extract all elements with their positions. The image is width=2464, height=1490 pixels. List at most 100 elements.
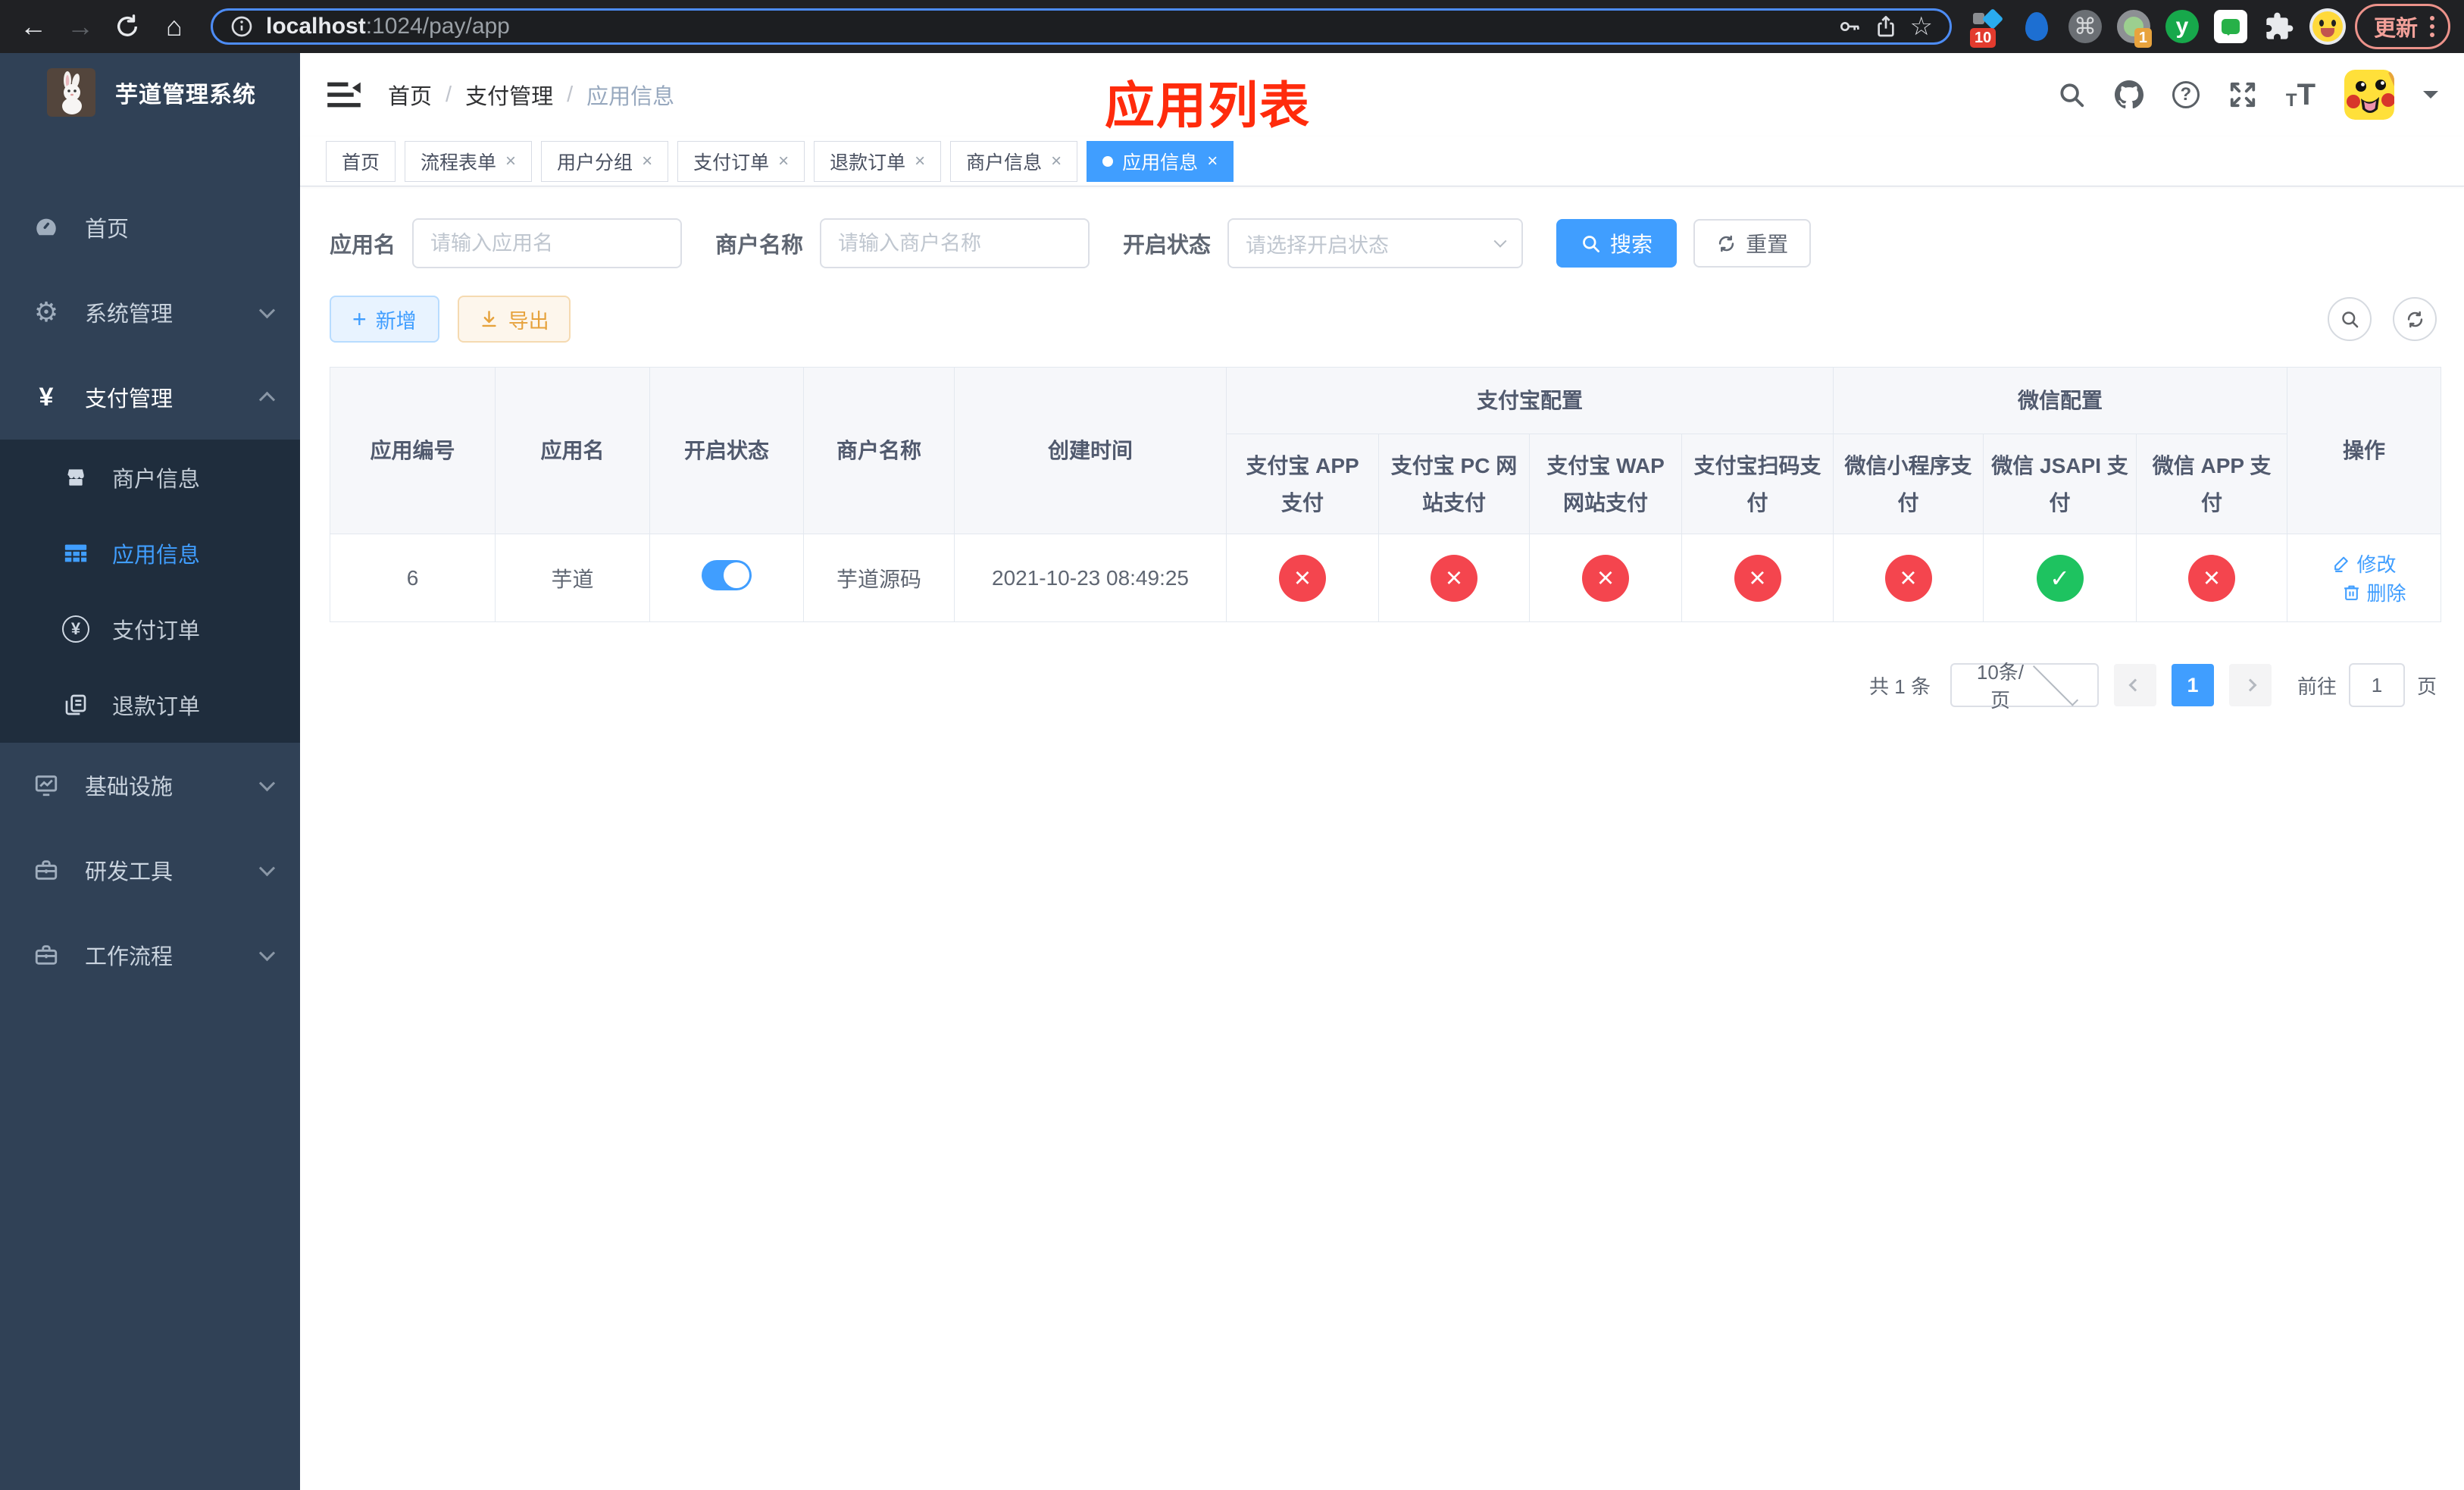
col-wx-app: 微信 APP 支付	[2136, 434, 2288, 534]
sidebar-collapse-icon[interactable]	[326, 80, 362, 110]
sidebar-item-pay[interactable]: ¥ 支付管理	[0, 355, 300, 440]
sidebar-item-merchant-info[interactable]: 商户信息	[0, 440, 300, 515]
browser-profile-avatar[interactable]	[2308, 7, 2347, 46]
extension-balloon-icon[interactable]	[2017, 7, 2056, 46]
refresh-table-button[interactable]	[2393, 297, 2437, 341]
extensions-puzzle-icon[interactable]	[2259, 7, 2299, 46]
export-button[interactable]: 导出	[457, 296, 571, 343]
refresh-icon	[1718, 235, 1734, 252]
chevron-down-icon	[258, 302, 276, 318]
sidebar-item-label: 退款订单	[112, 695, 201, 719]
tab-home[interactable]: 首页	[326, 141, 396, 182]
prev-page-button[interactable]	[2113, 664, 2156, 706]
bookmark-star-icon[interactable]: ☆	[1910, 14, 1933, 39]
sidebar-item-label: 研发工具	[85, 860, 174, 884]
toggle-search-button[interactable]	[2328, 297, 2372, 341]
address-bar[interactable]: localhost:1024/pay/app ☆	[211, 8, 1952, 45]
tab-refund-order[interactable]: 退款订单 ×	[814, 141, 942, 182]
extension-badge: 1	[2134, 28, 2152, 48]
pay-submenu: 商户信息 应用信息 ¥ 支付订单 退款订单	[0, 440, 300, 743]
sidebar-item-dev-tools[interactable]: 研发工具	[0, 828, 300, 912]
goto-page-input[interactable]	[2348, 663, 2405, 707]
merchant-name-input[interactable]	[820, 218, 1090, 268]
tab-merchant-info[interactable]: 商户信息 ×	[950, 141, 1078, 182]
share-icon[interactable]	[1874, 14, 1898, 39]
channel-status-icon	[1279, 554, 1326, 602]
close-tab-icon[interactable]: ×	[1051, 152, 1062, 171]
status-select[interactable]: 请选择开启状态	[1227, 218, 1524, 268]
search-icon[interactable]	[2057, 80, 2086, 109]
sidebar-item-label: 支付订单	[112, 619, 201, 643]
tab-pay-order[interactable]: 支付订单 ×	[677, 141, 805, 182]
sidebar-item-home[interactable]: 首页	[0, 185, 300, 270]
close-tab-icon[interactable]: ×	[642, 152, 652, 171]
chevron-down-icon	[258, 944, 276, 961]
sidebar-item-pay-order[interactable]: ¥ 支付订单	[0, 591, 300, 667]
help-icon[interactable]: ?	[2172, 81, 2200, 108]
extension-y-icon[interactable]: y	[2162, 7, 2202, 46]
close-tab-icon[interactable]: ×	[505, 152, 516, 171]
tab-app-info[interactable]: 应用信息 ×	[1087, 141, 1234, 182]
sidebar-item-app-info[interactable]: 应用信息	[0, 515, 300, 591]
app-title: 芋道管理系统	[115, 83, 256, 108]
sidebar-item-label: 系统管理	[85, 302, 174, 327]
tab-user-group[interactable]: 用户分组 ×	[541, 141, 669, 182]
user-avatar[interactable]	[2344, 70, 2394, 120]
cell-merchant: 芋道源码	[803, 534, 955, 622]
extension-chat-icon[interactable]	[2211, 7, 2250, 46]
fullscreen-icon[interactable]	[2228, 80, 2257, 109]
sidebar-logo[interactable]: 芋道管理系统	[0, 53, 300, 132]
extension-grid-icon[interactable]: 10	[1968, 7, 2008, 48]
app-name-input[interactable]	[412, 218, 683, 268]
breadcrumb-current: 应用信息	[586, 85, 675, 109]
breadcrumb-home[interactable]: 首页	[388, 79, 432, 111]
sidebar-item-workflow[interactable]: 工作流程	[0, 912, 300, 997]
close-tab-icon[interactable]: ×	[778, 152, 789, 171]
channel-status-icon	[2188, 554, 2236, 602]
extension-command-icon[interactable]: ⌘	[2065, 7, 2105, 46]
sidebar-item-system[interactable]: ⚙ 系统管理	[0, 270, 300, 355]
app-name-label: 应用名	[330, 233, 396, 258]
delete-link[interactable]: 删除	[2342, 578, 2406, 606]
breadcrumb-separator: /	[446, 82, 452, 107]
search-button[interactable]: 搜索	[1556, 219, 1678, 268]
page-size-select[interactable]: 10条/页	[1950, 660, 2099, 712]
tab-label: 应用信息	[1122, 152, 1199, 174]
avatar-caret-icon[interactable]	[2423, 91, 2438, 106]
site-info-icon[interactable]	[230, 14, 254, 39]
url-text[interactable]: localhost:1024/pay/app	[266, 14, 1825, 39]
sidebar-item-refund-order[interactable]: 退款订单	[0, 667, 300, 743]
table-toolbar: + 新增 导出	[330, 296, 2437, 343]
sidebar-item-infra[interactable]: 基础设施	[0, 743, 300, 828]
extension-target-icon[interactable]: 1	[2114, 7, 2153, 48]
cell-status	[649, 534, 804, 622]
channel-status-icon	[2036, 554, 2084, 602]
browser-menu-kebab-icon[interactable]	[2430, 16, 2434, 37]
next-page-button[interactable]	[2228, 664, 2272, 706]
col-alipay-qr: 支付宝扫码支付	[1681, 434, 1834, 534]
edit-link[interactable]: 修改	[2332, 549, 2397, 578]
app-table: 应用编号 应用名 开启状态 商户名称 创建时间 支付宝配置 微信配置 操作 支付…	[330, 367, 2442, 622]
browser-back-button[interactable]: ←	[14, 7, 53, 46]
add-button[interactable]: + 新增	[330, 296, 439, 343]
cell-app-name: 芋道	[495, 534, 650, 622]
yen-circle-icon: ¥	[62, 615, 89, 643]
font-size-icon[interactable]: TT	[2286, 80, 2315, 110]
browser-forward-button[interactable]: →	[61, 7, 100, 46]
browser-toolbar: ← → ⌂ localhost:1024/pay/app ☆ 10 ⌘ 1 y …	[0, 0, 2464, 53]
close-tab-icon[interactable]: ×	[1207, 152, 1218, 171]
browser-reload-button[interactable]	[108, 7, 147, 46]
reset-button[interactable]: 重置	[1693, 219, 1812, 268]
browser-update-button[interactable]: 更新	[2354, 4, 2450, 49]
page-number-button[interactable]: 1	[2171, 664, 2214, 706]
password-key-icon[interactable]	[1837, 14, 1862, 39]
app-enabled-toggle[interactable]	[702, 560, 752, 590]
breadcrumb-pay[interactable]: 支付管理	[465, 79, 553, 111]
github-icon[interactable]	[2114, 80, 2143, 109]
close-tab-icon[interactable]: ×	[915, 152, 925, 171]
plus-icon: +	[352, 305, 367, 333]
browser-home-button[interactable]: ⌂	[155, 7, 194, 46]
tab-label: 用户分组	[557, 152, 633, 174]
trash-icon	[2344, 585, 2359, 600]
tab-process-form[interactable]: 流程表单 ×	[405, 141, 533, 182]
